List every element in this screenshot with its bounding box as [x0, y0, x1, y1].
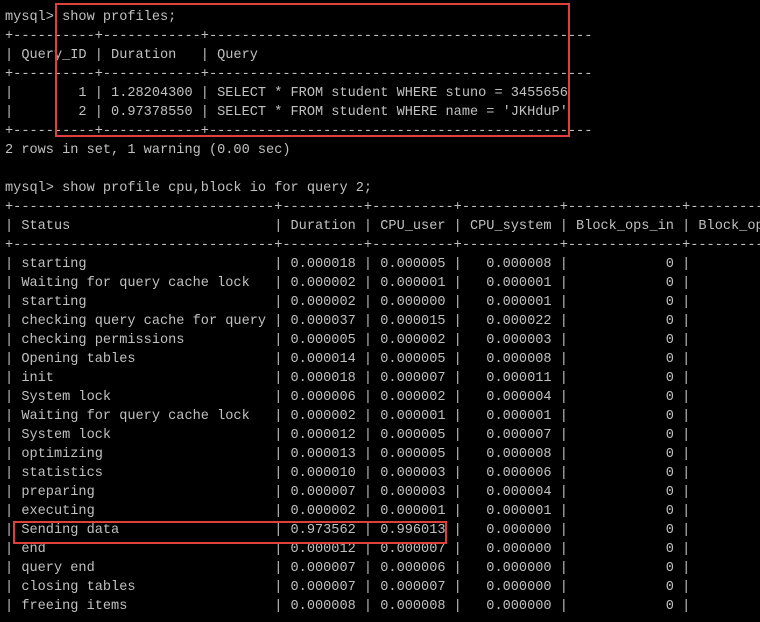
terminal-line: | statistics | 0.000010 | 0.000003 | 0.0… — [5, 466, 691, 481]
terminal-line: | starting | 0.000002 | 0.000000 | 0.000… — [5, 295, 691, 310]
terminal-line: | query end | 0.000007 | 0.000006 | 0.00… — [5, 561, 691, 576]
highlight-show-profiles — [55, 3, 570, 137]
terminal-line: | System lock | 0.000012 | 0.000005 | 0.… — [5, 428, 691, 443]
terminal-line: | Waiting for query cache lock | 0.00000… — [5, 409, 691, 424]
terminal-line: | checking query cache for query | 0.000… — [5, 314, 691, 329]
terminal-line: | executing | 0.000002 | 0.000001 | 0.00… — [5, 504, 691, 519]
terminal-line: | starting | 0.000018 | 0.000005 | 0.000… — [5, 257, 691, 272]
terminal-line: | optimizing | 0.000013 | 0.000005 | 0.0… — [5, 447, 691, 462]
terminal-line: +--------------------------------+------… — [5, 200, 760, 215]
terminal-line: | Waiting for query cache lock | 0.00000… — [5, 276, 691, 291]
terminal-line: | checking permissions | 0.000005 | 0.00… — [5, 333, 691, 348]
terminal-line: | Opening tables | 0.000014 | 0.000005 |… — [5, 352, 691, 367]
terminal-line: | preparing | 0.000007 | 0.000003 | 0.00… — [5, 485, 691, 500]
terminal-line: | Status | Duration | CPU_user | CPU_sys… — [5, 219, 760, 234]
terminal-line: +--------------------------------+------… — [5, 238, 760, 253]
terminal-line: 2 rows in set, 1 warning (0.00 sec) — [5, 143, 291, 158]
terminal-line: | System lock | 0.000006 | 0.000002 | 0.… — [5, 390, 691, 405]
terminal-line: | freeing items | 0.000008 | 0.000008 | … — [5, 599, 691, 614]
terminal-line: mysql> show profile cpu,block io for que… — [5, 181, 373, 196]
terminal-line: | init | 0.000018 | 0.000007 | 0.000011 … — [5, 371, 691, 386]
terminal-line: | closing tables | 0.000007 | 0.000007 |… — [5, 580, 691, 595]
highlight-sending-data-row — [13, 521, 447, 544]
